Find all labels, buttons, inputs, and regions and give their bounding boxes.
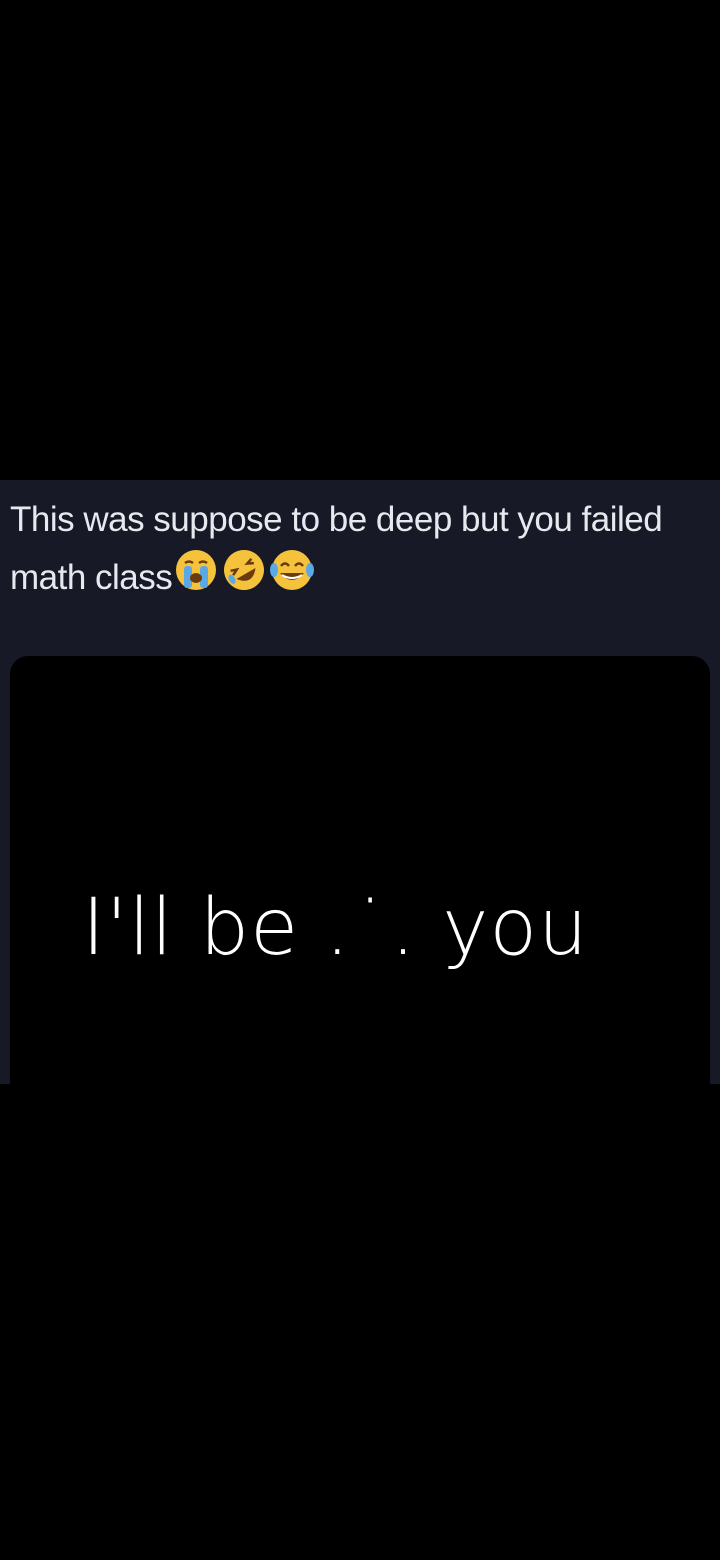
post-text: This was suppose to be deep but you fail… xyxy=(10,494,710,604)
loudly-crying-face-icon xyxy=(176,550,217,590)
emoji-group xyxy=(172,546,316,594)
face-with-tears-of-joy-icon xyxy=(270,550,315,590)
post-card[interactable]: This was suppose to be deep but you fail… xyxy=(0,480,720,1096)
media-caption: I'll be .˙. you xyxy=(82,883,589,973)
post-body: This was suppose to be deep but you fail… xyxy=(10,500,663,597)
rolling-on-the-floor-laughing-icon xyxy=(224,550,265,590)
screen: This was suppose to be deep but you fail… xyxy=(0,0,720,1560)
media-image[interactable]: I'll be .˙. you xyxy=(10,656,710,1096)
